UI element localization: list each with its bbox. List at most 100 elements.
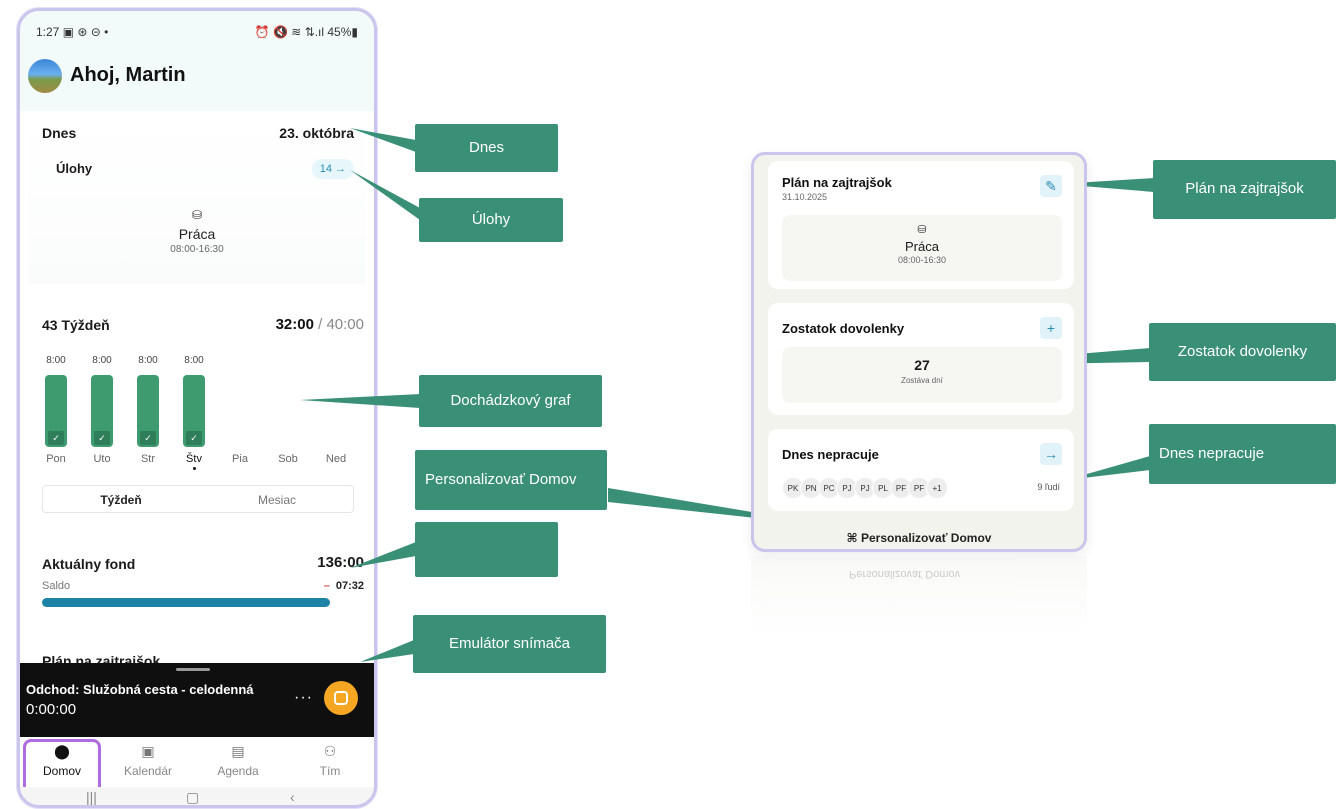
week-title: 43 Týždeň [42,317,110,333]
day-name: Pia [232,453,248,465]
sensor-title: Odchod: Služobná cesta - celodenná [26,682,254,697]
vacation-title: Zostatok dovolenky [782,321,905,336]
work-name: Práca [178,226,216,242]
day-column[interactable]: 8:00 ✓ Pon [36,355,76,465]
work-hours: 08:00-16:30 [170,244,224,255]
day-column[interactable]: Ned [316,355,356,465]
more-icon[interactable]: ··· [294,689,313,707]
check-icon: ✓ [94,431,110,445]
plan-widget-date: 31.10.2025 [782,192,828,202]
fund-progress-bar [42,598,330,607]
tab-label: Tím [319,764,341,778]
team-icon: ⚇ [323,743,337,759]
day-column[interactable]: Pia [220,355,260,465]
stop-button[interactable] [324,681,358,715]
tab-tim[interactable]: ⚇ Tím [290,743,370,778]
tab-agenda[interactable]: ▤ Agenda [198,743,278,778]
current-day-dot [192,467,196,470]
avatar[interactable] [28,59,62,93]
status-time: 1:27 ▣ ⊛ ⊝ • [36,25,109,39]
phone-screen: 1:27 ▣ ⊛ ⊝ • ⏰ 🔇 ≋ ⇅.ıl 45%▮ Ahoj, Marti… [17,8,377,808]
day-bar: ✓ [91,375,113,447]
callout-vacation: Zostatok dovolenky [1149,323,1336,381]
home-nav-icon[interactable]: ▢ [186,789,199,805]
tab-month[interactable]: Mesiac [199,493,355,507]
vacation-balance: 27 Zostáva dní [782,347,1062,403]
callout-dnes: Dnes [415,124,558,172]
tab-kalendar[interactable]: ▣ Kalendár [108,743,188,778]
day-bar-empty [229,375,251,447]
callout-attendance-chart: Dochádzkový graf [419,375,602,427]
calendar-icon: ▣ [141,743,155,759]
day-bar: ✓ [183,375,205,447]
day-hours: 8:00 [138,355,158,366]
agenda-icon: ▤ [231,743,245,759]
day-column[interactable]: 8:00 ✓ Štv [174,355,214,470]
plan-shift-name: Práca [905,239,939,254]
day-bar-empty [325,375,347,447]
day-bar-empty [277,375,299,447]
home-widgets-panel: Plán na zajtrajšok 31.10.2025 ✎ ⛁ Práca … [751,152,1087,552]
today-date: 23. októbra [279,125,354,141]
tasks-count-button[interactable]: 14 → [311,159,354,179]
day-column[interactable]: 8:00 ✓ Str [128,355,168,465]
week-hours: 32:00 / 40:00 [275,316,364,333]
personalize-home-button[interactable]: ⌘ Personalizovať Domov [754,531,1084,545]
sensor-emulator: Odchod: Služobná cesta - celodenná 0:00:… [20,663,374,737]
attendance-chart-card: 43 Týždeň 32:00 / 40:00 8:00 ✓ Pon 8:00 … [28,299,366,521]
saldo-label: Saldo [42,580,71,592]
callout-sensor-emulator: Emulátor snímača [413,615,606,673]
day-hours [316,355,356,369]
period-toggle: Týždeň Mesiac [42,485,354,513]
day-column[interactable]: Sob [268,355,308,465]
attendance-bars: 8:00 ✓ Pon 8:00 ✓ Uto 8:00 ✓ Str 8:00 ✓ … [42,355,354,475]
tab-label: Kalendár [123,764,173,778]
vacation-days: 27 [914,357,930,373]
work-shift[interactable]: ⛁ Práca 08:00-16:30 [28,208,366,255]
add-icon[interactable]: + [1040,317,1062,339]
tab-label: Agenda [217,764,259,778]
current-fund-card: Aktuálny fond 136:00 Saldo –07:32 [28,538,366,630]
absent-people[interactable]: PK PN PC PJ PJ PL PF PF +1 [782,477,948,499]
tasks-label: Úlohy [56,161,93,176]
callout-ulohy: Úlohy [419,198,563,242]
panel-reflection: Personalizovať Domov [751,556,1087,636]
edit-icon[interactable]: ✎ [1040,175,1062,197]
briefcase-icon: ⛁ [191,208,203,222]
absent-today-widget: Dnes nepracuje → PK PN PC PJ PJ PL PF PF +1 9 ľu… [768,429,1074,511]
system-nav-bar: ||| ▢ ‹ [20,787,374,805]
back-icon[interactable]: ‹ [290,789,295,805]
callout-personalize: Personalizovať Domov [415,450,607,510]
vacation-balance-widget: Zostatok dovolenky + 27 Zostáva dní [768,303,1074,415]
home-header: Ahoj, Martin [20,51,374,111]
day-hours: 8:00 [92,355,112,366]
callout-current-fund [415,522,558,577]
drag-handle[interactable] [176,668,210,671]
tab-week[interactable]: Týždeň [43,493,199,507]
day-bar: ✓ [137,375,159,447]
day-hours: 8:00 [46,355,66,366]
check-icon: ✓ [48,431,64,445]
day-column[interactable]: 8:00 ✓ Uto [82,355,122,465]
fund-value: 136:00 [317,554,364,571]
plan-widget-shift[interactable]: ⛁ Práca 08:00-16:30 [782,215,1062,281]
day-name: Str [140,453,156,465]
sensor-timer: 0:00:00 [26,701,77,718]
day-hours: 8:00 [184,355,204,366]
day-bar: ✓ [45,375,67,447]
absent-count: 9 ľudí [1037,482,1060,492]
absent-title: Dnes nepracuje [782,447,879,462]
day-name: Pon [46,453,66,465]
plan-shift-hours: 08:00-16:30 [897,255,947,265]
check-icon: ✓ [186,431,202,445]
bottom-tab-bar: ⬤ Domov ▣ Kalendár ▤ Agenda ⚇ Tím [20,737,374,795]
vacation-days-label: Zostáva dní [901,376,943,385]
status-indicators: ⏰ 🔇 ≋ ⇅.ıl 45%▮ [254,25,358,39]
day-name-current: Štv [186,453,202,465]
greeting: Ahoj, Martin [70,64,186,86]
day-hours [268,355,308,369]
reflection-text: Personalizovať Domov [849,568,961,580]
today-title: Dnes [42,125,77,141]
recent-apps-icon[interactable]: ||| [86,789,97,805]
arrow-right-icon[interactable]: → [1040,443,1062,465]
